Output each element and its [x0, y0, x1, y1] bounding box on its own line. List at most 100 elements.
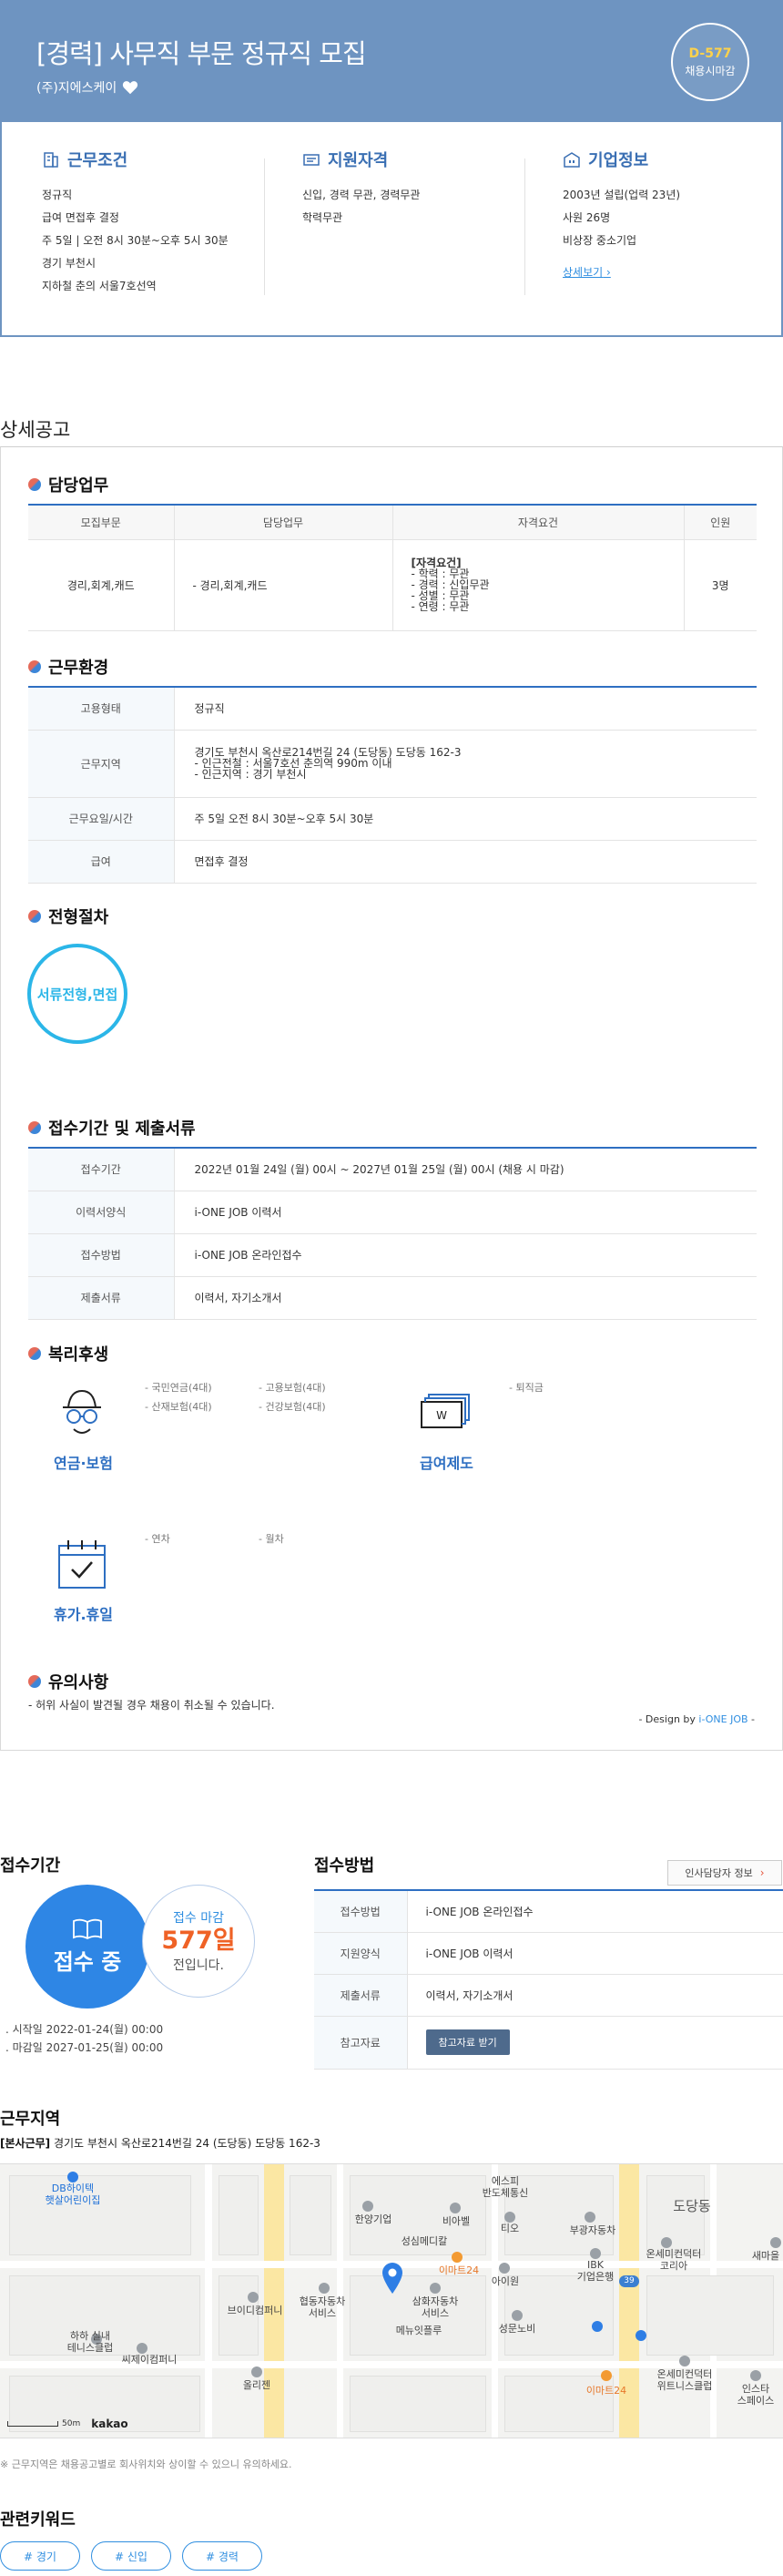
apply-dates: . 시작일 2022-01-24(월) 00:00 . 마감일 2027-01-… — [5, 2020, 163, 2057]
apply-status: 접수 중 — [53, 1948, 122, 1975]
deadline-circle: 접수 마감 577일 전입니다. — [142, 1885, 255, 1998]
map-road-number: 39 — [619, 2275, 639, 2287]
col-header: 모집부문 — [28, 505, 174, 540]
env-table: 고용형태 정규직 근무지역 경기도 부천시 옥산로214번길 24 (도당동) … — [28, 686, 757, 884]
map-poi — [248, 2292, 259, 2303]
download-material-button[interactable]: 참고자료 받기 — [425, 2029, 510, 2055]
location-map[interactable]: DB하이텍 햇살어린이집 한양기업 비아벨 에스피 반도체통신 티오 부광자동차… — [0, 2163, 783, 2438]
location-title: 근무지역 — [0, 2110, 61, 2129]
table-header-row: 모집부문 담당업무 자격요건 인원 — [28, 505, 757, 540]
map-label: 이마트24 — [438, 2264, 480, 2276]
map-pin-icon — [382, 2263, 402, 2294]
hr-contact-button[interactable]: 인사담당자 정보 › — [667, 1860, 782, 1886]
map-label: 부광자동차 — [569, 2224, 616, 2236]
map-label: 에스피 반도체통신 — [482, 2175, 529, 2199]
open-book-icon — [73, 1918, 102, 1939]
dept-cell: 경리,회계,캐드 — [28, 539, 174, 631]
map-block — [219, 2175, 259, 2255]
dday-count: D-577 — [688, 46, 732, 61]
qual-item: 신입, 경력 무관, 경력무관 — [302, 189, 421, 201]
map-label: 이마트24 — [585, 2385, 627, 2397]
map-road — [492, 2164, 498, 2438]
heart-icon[interactable] — [122, 80, 138, 95]
map-poi — [661, 2237, 672, 2248]
table-row: 접수방법 i-ONE JOB 온라인접수 — [28, 1233, 757, 1277]
company-info-title: 기업정보 — [588, 151, 649, 170]
requirements-cell: [자격요건] - 학력 : 무관 - 경력 : 신입무관 - 성별 : 무관 -… — [392, 539, 684, 631]
benefit-item: - 월차 — [259, 1533, 284, 1545]
map-poi — [362, 2201, 373, 2212]
duty-table: 모집부문 담당업무 자격요건 인원 경리,회계,캐드 - 경리,회계,캐드 [자… — [28, 504, 757, 631]
period-table: 접수기간 2022년 01월 24일 (월) 00시 ~ 2027년 01월 25… — [28, 1147, 757, 1320]
section-dot-icon — [28, 660, 41, 673]
period-section-title: 접수기간 및 제출서류 — [28, 1116, 196, 1140]
map-label: 도당동 — [673, 2198, 711, 2214]
divider — [264, 158, 265, 295]
col-header: 인원 — [683, 505, 757, 540]
keyword-tag[interactable]: # 경력 — [182, 2541, 262, 2571]
col-header: 자격요건 — [392, 505, 684, 540]
map-label: 협동자동차 서비스 — [299, 2295, 346, 2319]
map-label: 성문노비 — [498, 2323, 536, 2335]
company-info: 기업정보 2003년 설립(업력 23년) 사원 26명 비상장 중소기업 상세… — [563, 148, 783, 284]
building-door-icon — [44, 152, 58, 168]
end-date: . 마감일 2027-01-25(월) 00:00 — [5, 2041, 164, 2054]
env-section-title: 근무환경 — [28, 655, 108, 679]
map-poi — [452, 2252, 463, 2263]
chevron-right-icon: › — [606, 266, 611, 279]
map-poi — [585, 2212, 595, 2223]
map-label: 삼화자동차 서비스 — [412, 2295, 459, 2319]
work-item: 지하철 춘의 서울7호선역 — [42, 280, 157, 292]
job-summary-panel: 근무조건 정규직 급여 면접후 결정 주 5일 | 오전 8시 30분~오후 5… — [0, 122, 783, 337]
company-detail-link[interactable]: 상세보기 › — [563, 261, 611, 284]
map-poi — [67, 2172, 78, 2182]
dday-label: 채용시마감 — [685, 64, 736, 77]
map-poi — [679, 2356, 690, 2366]
map-label: 씨제이컴퍼니 — [121, 2354, 178, 2366]
design-brand: i-ONE JOB — [698, 1713, 748, 1725]
benefit-label: 연금·보험 — [54, 1455, 113, 1472]
map-block — [646, 2175, 705, 2255]
map-poi — [590, 2248, 601, 2259]
map-label: DB하이텍 햇살어린이집 — [45, 2182, 101, 2206]
work-address: [본사근무] 경기도 부천시 옥산로214번길 24 (도당동) 도당동 162… — [0, 2137, 320, 2150]
benefit-label: 휴가.휴일 — [54, 1606, 113, 1623]
table-row: 지원양식 i-ONE JOB 이력서 — [314, 1932, 783, 1975]
keyword-tag[interactable]: # 신입 — [91, 2541, 171, 2571]
keyword-tag[interactable]: # 경기 — [0, 2541, 80, 2571]
table-row: 근무지역 경기도 부천시 옥산로214번길 24 (도당동) 도당동 162-3… — [28, 730, 757, 798]
office-building-icon — [564, 152, 580, 168]
company-name[interactable]: (주)지에스케이 — [36, 78, 117, 97]
section-dot-icon — [28, 1675, 41, 1688]
col-header: 담당업무 — [173, 505, 392, 540]
table-row: 접수기간 2022년 01월 24일 (월) 00시 ~ 2027년 01월 25… — [28, 1148, 757, 1191]
map-scale: 50m kakao — [7, 2418, 128, 2430]
benefit-item: - 건강보험(4대) — [259, 1401, 326, 1413]
table-row: 참고자료 참고자료 받기 — [314, 2016, 783, 2070]
dday-badge: D-577 채용시마감 — [671, 23, 749, 101]
section-dot-icon — [28, 1347, 41, 1360]
company-name-row[interactable]: (주)지에스케이 — [36, 78, 138, 97]
corp-item: 2003년 설립(업력 23년) — [563, 189, 681, 201]
deadline-label: 접수 마감 — [173, 1911, 224, 1926]
detail-section-title: 상세공고 — [0, 419, 71, 441]
map-poi — [430, 2283, 441, 2294]
map-poi — [512, 2310, 523, 2321]
qualifications-title: 지원자격 — [328, 151, 389, 170]
duty-section-title: 담당업무 — [28, 473, 108, 496]
map-poi — [137, 2343, 147, 2354]
work-item: 주 5일 | 오전 8시 30분~오후 5시 30분 — [42, 234, 229, 247]
map-label: 성심메디칼 — [401, 2235, 448, 2247]
corp-item: 사원 26명 — [563, 211, 611, 224]
table-row: 제출서류 이력서, 자기소개서 — [28, 1276, 757, 1320]
divider — [524, 158, 525, 295]
map-poi — [750, 2370, 761, 2381]
svg-text:W: W — [436, 1409, 447, 1422]
map-poi — [319, 2283, 330, 2294]
section-dot-icon — [28, 910, 41, 923]
calendar-check-icon — [58, 1540, 106, 1589]
map-label: 한양기업 — [354, 2213, 392, 2225]
map-label: 올리젠 — [242, 2379, 271, 2391]
map-poi — [499, 2263, 510, 2274]
map-poi — [504, 2212, 515, 2223]
